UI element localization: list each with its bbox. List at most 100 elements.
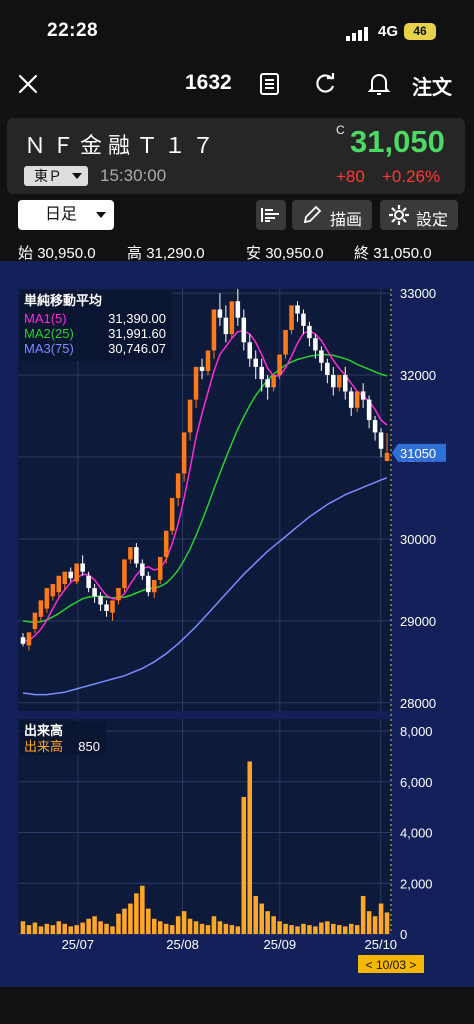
candle-body bbox=[181, 432, 187, 474]
candle-body bbox=[80, 563, 85, 572]
date-cursor[interactable]: < 10/03 > bbox=[358, 955, 424, 973]
candle-body bbox=[366, 399, 372, 421]
volume-bar bbox=[265, 911, 270, 934]
market-label: 東Ｐ bbox=[34, 168, 62, 184]
volume-bar bbox=[253, 895, 258, 934]
draw-label: 描画 bbox=[330, 212, 363, 229]
candle-body bbox=[378, 432, 384, 449]
volume-bar bbox=[68, 926, 73, 934]
candle-body bbox=[289, 305, 294, 330]
bell-icon[interactable] bbox=[367, 71, 391, 97]
candle-body bbox=[152, 579, 157, 593]
order-button[interactable]: 注文 bbox=[412, 71, 452, 100]
volume-bar bbox=[44, 923, 50, 934]
candle-body bbox=[50, 583, 56, 597]
candle-body bbox=[331, 375, 336, 388]
candle-body bbox=[146, 575, 151, 593]
price-change: +80 bbox=[336, 167, 365, 186]
market-selector[interactable]: 東Ｐ bbox=[24, 166, 88, 186]
price-volume-chart[interactable]: 3300032000310003000029000280008,0006,000… bbox=[0, 261, 474, 987]
volume-bar bbox=[247, 761, 253, 934]
volume-bar bbox=[205, 925, 211, 934]
volume-bar bbox=[163, 923, 169, 934]
candle-body bbox=[342, 375, 348, 392]
volume-legend-value: 850 bbox=[78, 739, 100, 754]
volume-axis-tick: 0 bbox=[400, 927, 407, 942]
candle-body bbox=[205, 350, 211, 371]
indicator-button[interactable] bbox=[256, 200, 286, 230]
volume-bar bbox=[360, 895, 366, 934]
candle-body bbox=[187, 399, 193, 433]
candle-body bbox=[360, 391, 366, 400]
volume-bar bbox=[169, 925, 175, 934]
current-price: 31,050 bbox=[350, 124, 445, 159]
candle-body bbox=[20, 637, 26, 644]
stock-code-title: 1632 bbox=[185, 71, 232, 94]
bars-icon bbox=[261, 208, 279, 222]
candle-body bbox=[325, 362, 330, 376]
volume-bar bbox=[217, 921, 223, 934]
candle-body bbox=[241, 317, 247, 343]
volume-bar bbox=[301, 923, 306, 934]
volume-bar bbox=[283, 923, 288, 934]
candle-body bbox=[372, 420, 378, 433]
volume-bar bbox=[187, 918, 193, 934]
candle-body bbox=[116, 588, 121, 601]
volume-bar bbox=[175, 916, 181, 934]
close-icon[interactable] bbox=[18, 74, 38, 94]
volume-bar bbox=[277, 921, 282, 934]
candle-body bbox=[86, 575, 91, 589]
stock-name: ＮＦ金融Ｔ１７ bbox=[24, 133, 221, 158]
volume-bar bbox=[199, 923, 205, 934]
volume-bar bbox=[128, 903, 133, 934]
status-time: 22:28 bbox=[47, 20, 99, 41]
battery-icon: 46 bbox=[404, 23, 436, 40]
volume-bar bbox=[229, 925, 235, 934]
chevron-down-icon bbox=[72, 173, 82, 179]
candle-body bbox=[62, 571, 68, 584]
candle-body bbox=[157, 556, 163, 580]
candle-body bbox=[247, 342, 253, 359]
ma-legend-title: 単純移動平均 bbox=[24, 293, 102, 308]
ma1-legend-value: 31,390.00 bbox=[108, 311, 166, 326]
volume-bar bbox=[331, 923, 336, 934]
volume-bar bbox=[80, 922, 85, 934]
volume-axis-tick: 4,000 bbox=[400, 826, 433, 841]
volume-bar bbox=[342, 926, 348, 934]
candle-body bbox=[223, 317, 229, 335]
volume-axis-tick: 6,000 bbox=[400, 775, 433, 790]
volume-axis-tick: 2,000 bbox=[400, 876, 433, 891]
open-label: 始 bbox=[18, 245, 34, 262]
volume-bar bbox=[20, 921, 26, 934]
candle-body bbox=[193, 366, 199, 400]
volume-bar bbox=[122, 908, 127, 934]
price-change-percent: +0.26% bbox=[382, 167, 441, 186]
volume-bar bbox=[26, 925, 32, 934]
candle-body bbox=[259, 366, 264, 380]
candle-body bbox=[319, 350, 324, 363]
candle-body bbox=[277, 354, 282, 376]
price-axis-tick: 28000 bbox=[400, 696, 436, 711]
nav-bar bbox=[0, 60, 474, 110]
draw-button[interactable]: 描画 bbox=[292, 200, 372, 230]
volume-bar bbox=[259, 903, 264, 934]
candle-body bbox=[295, 305, 300, 314]
candle-body bbox=[32, 612, 38, 630]
document-icon[interactable] bbox=[259, 72, 281, 96]
chevron-down-icon bbox=[96, 212, 106, 218]
volume-legend-title: 出来高 bbox=[24, 723, 63, 738]
volume-axis-tick: 8,000 bbox=[400, 724, 433, 739]
period-selector[interactable]: 日足 bbox=[18, 200, 114, 230]
ohlc-close: 終 31,050.0 bbox=[354, 242, 432, 263]
volume-bar bbox=[152, 918, 157, 934]
gear-icon bbox=[389, 205, 409, 225]
candle-body bbox=[217, 309, 223, 318]
volume-bar bbox=[313, 926, 318, 934]
candle-body bbox=[74, 563, 79, 582]
candle-body bbox=[307, 325, 312, 339]
volume-bar bbox=[92, 916, 97, 934]
quote-time: 15:30:00 bbox=[100, 166, 167, 185]
refresh-icon[interactable] bbox=[314, 73, 336, 95]
settings-button[interactable]: 設定 bbox=[380, 200, 458, 230]
bottom-bar bbox=[0, 987, 474, 1024]
